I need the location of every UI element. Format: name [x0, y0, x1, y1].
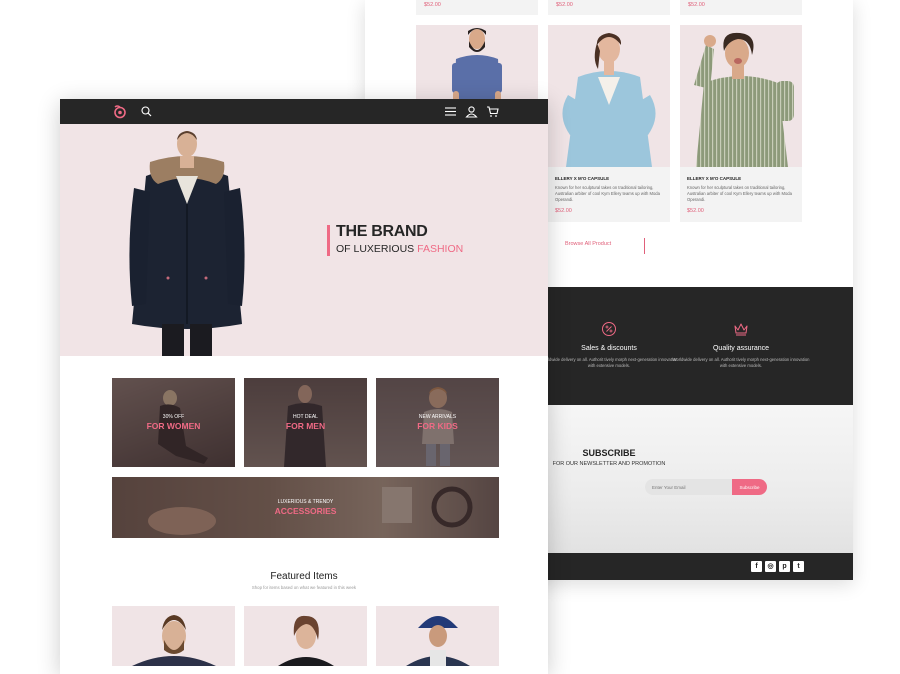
- product-card-top[interactable]: $52.00: [416, 0, 538, 15]
- browse-divider: [644, 238, 645, 254]
- product-price: $52.00: [688, 2, 705, 8]
- hero-subtitle-accent: FASHION: [417, 243, 464, 255]
- hero-subtitle-prefix: OF LUXERIOUS: [336, 243, 415, 255]
- hero-banner: THE BRAND OF LUXERIOUS FASHION: [60, 124, 548, 356]
- email-input[interactable]: [645, 479, 733, 495]
- top-navbar: [60, 99, 548, 124]
- product-photo-woman-striped: [680, 25, 802, 167]
- featured-item-photo: [376, 606, 499, 666]
- product-title: ELLERY X M'O CAPSULE: [687, 176, 742, 181]
- category-tile-kids[interactable]: NEW ARRIVALS FOR KIDS: [376, 378, 499, 467]
- featured-item-card[interactable]: [376, 606, 499, 666]
- hero-accent-bar: [327, 225, 330, 256]
- product-price: $52.00: [556, 2, 573, 8]
- category-label: HOT DEAL: [293, 414, 318, 420]
- category-tile-women[interactable]: 30% OFF FOR WOMEN: [112, 378, 235, 467]
- category-tile-accessories[interactable]: LUXERIOUS & TRENDY ACCESSORIES: [112, 477, 499, 538]
- front-page-preview: THE BRAND OF LUXERIOUS FASHION 30% OFF F…: [60, 99, 548, 674]
- cart-icon[interactable]: [486, 105, 499, 118]
- category-label: NEW ARRIVALS: [418, 414, 457, 420]
- browse-all-products-link[interactable]: Browse All Product: [565, 241, 611, 247]
- category-title: ACCESSORIES: [274, 506, 337, 516]
- hero-model-image: [129, 131, 245, 356]
- product-card[interactable]: ELLERY X M'O CAPSULE Known for her sculp…: [680, 25, 802, 222]
- product-price: $52.00: [555, 208, 572, 214]
- category-tile-men[interactable]: HOT DEAL FOR MEN: [244, 378, 367, 467]
- crown-icon: [734, 323, 748, 336]
- subscribe-button[interactable]: Subscribe: [732, 479, 767, 495]
- discount-icon: [602, 322, 616, 336]
- product-photo-woman: [548, 25, 670, 167]
- featured-subtitle: Shop for items based on what we featured…: [251, 585, 357, 590]
- feature-description: Worldwide delivery on all. Authorit tive…: [540, 357, 678, 368]
- feature-quality: Quality assurance Worldwide delivery on …: [671, 321, 811, 369]
- pinterest-icon[interactable]: p: [779, 561, 790, 572]
- featured-item-photo: [112, 606, 235, 666]
- featured-item-photo: [244, 606, 367, 666]
- product-title: ELLERY X M'O CAPSULE: [555, 176, 610, 181]
- featured-item-card[interactable]: [244, 606, 367, 666]
- search-icon[interactable]: [140, 105, 153, 118]
- category-title: FOR MEN: [285, 421, 326, 431]
- product-description: Known for her sculptural takes on tradit…: [687, 185, 792, 202]
- feature-sales: Sales & discounts Worldwide delivery on …: [539, 321, 679, 369]
- facebook-icon[interactable]: f: [751, 561, 762, 572]
- feature-title: Sales & discounts: [581, 345, 637, 352]
- hero-subtitle: OF LUXERIOUS FASHION: [336, 243, 463, 255]
- menu-icon[interactable]: [444, 105, 457, 118]
- twitter-icon[interactable]: t: [793, 561, 804, 572]
- product-price: $52.00: [687, 208, 704, 214]
- product-description: Known for her sculptural takes on tradit…: [555, 185, 660, 202]
- featured-item-card[interactable]: [112, 606, 235, 666]
- product-card[interactable]: ELLERY X M'O CAPSULE Known for her sculp…: [548, 25, 670, 222]
- hero-title: THE BRAND: [336, 223, 428, 240]
- logo-icon[interactable]: [112, 104, 127, 119]
- category-label: 30% OFF: [162, 414, 185, 420]
- category-title: FOR WOMEN: [146, 421, 201, 431]
- product-price: $52.00: [424, 2, 441, 8]
- category-label: LUXERIOUS & TRENDY: [277, 499, 334, 505]
- product-card-top[interactable]: $52.00: [680, 0, 802, 15]
- product-card-top[interactable]: $52.00: [548, 0, 670, 15]
- featured-title: Featured Items: [270, 571, 338, 582]
- feature-description: Worldwide delivery on all. Authorit tive…: [672, 357, 810, 368]
- instagram-icon[interactable]: ◎: [765, 561, 776, 572]
- category-title: FOR KIDS: [417, 421, 458, 431]
- user-icon[interactable]: [465, 105, 478, 118]
- feature-title: Quality assurance: [712, 345, 770, 352]
